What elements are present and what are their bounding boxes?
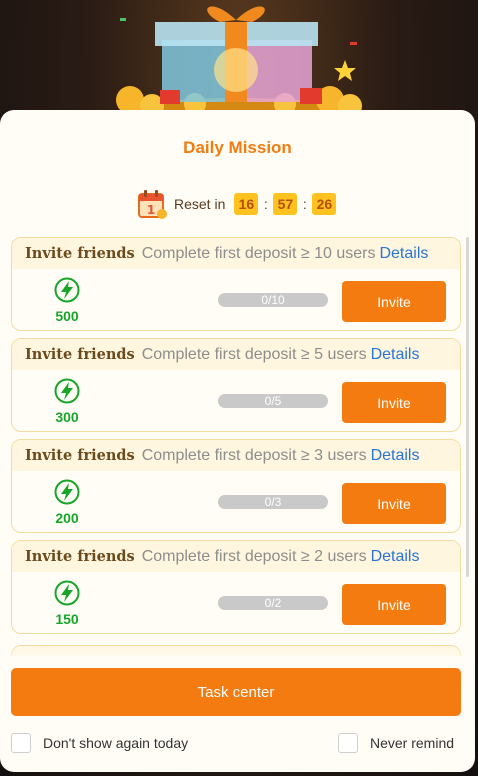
mission-progress-bar: 0/3: [218, 495, 328, 509]
reward-value: 300: [55, 409, 79, 425]
mission-card: Invite friends Complete first deposit ≥ …: [11, 237, 461, 331]
mission-type: Invite friends: [25, 245, 135, 262]
progress-text: 0/2: [264, 596, 282, 610]
reward-value: 150: [55, 611, 79, 627]
mission-card: Invite friends Complete first deposit ≥ …: [11, 540, 461, 634]
mission-card-header: Invite friends Complete first deposit ≥ …: [12, 238, 460, 269]
timer-minutes: 57: [273, 193, 298, 215]
details-link[interactable]: Details: [371, 346, 420, 364]
reward-value: 500: [55, 308, 79, 324]
mission-reward: 200: [48, 479, 86, 526]
never-remind-label: Never remind: [370, 735, 455, 751]
mission-type: Invite friends: [25, 447, 135, 464]
progress-text: 0/10: [261, 293, 285, 307]
lightning-bolt-icon: [54, 580, 80, 606]
progress-text: 0/3: [264, 495, 282, 509]
mission-card: Invite friends Complete first deposit ≥ …: [11, 439, 461, 533]
mission-type: Invite friends: [25, 346, 135, 363]
mission-description: Complete first deposit ≥ 5 users: [141, 345, 367, 363]
timer-separator: :: [263, 196, 268, 212]
mission-list[interactable]: Invite friends Complete first deposit ≥ …: [11, 237, 461, 645]
mission-description: Complete first deposit ≥ 3 users: [141, 446, 367, 464]
lightning-bolt-icon: [54, 277, 80, 303]
reset-timer-row: 1 Reset in 16 : 57 : 26: [136, 188, 337, 220]
mission-description: Complete first deposit ≥ 10 users: [141, 244, 376, 262]
progress-text: 0/5: [264, 394, 282, 408]
modal-title: Daily Mission: [183, 138, 292, 157]
invite-button[interactable]: Invite: [342, 584, 446, 625]
details-link[interactable]: Details: [371, 548, 420, 566]
reward-value: 200: [55, 510, 79, 526]
svg-text:1: 1: [147, 203, 155, 217]
details-link[interactable]: Details: [371, 447, 420, 465]
dont-show-today-option[interactable]: Don't show again today: [11, 733, 188, 753]
invite-button[interactable]: Invite: [342, 483, 446, 524]
lightning-bolt-icon: [54, 378, 80, 404]
mission-reward: 300: [48, 378, 86, 425]
timer-separator: :: [302, 196, 307, 212]
dont-show-today-checkbox[interactable]: [11, 733, 31, 753]
list-scrollbar[interactable]: [466, 237, 469, 577]
details-link[interactable]: Details: [379, 245, 428, 263]
mission-description: Complete first deposit ≥ 2 users: [141, 547, 367, 565]
never-remind-checkbox[interactable]: [338, 733, 358, 753]
invite-button[interactable]: Invite: [342, 281, 446, 322]
mission-type: Invite friends: [25, 548, 135, 565]
mission-card: Invite friends Complete first deposit ≥ …: [11, 338, 461, 432]
mission-card-header: Invite friends Complete first deposit ≥ …: [12, 440, 460, 471]
mission-card-header: Invite friends Complete first deposit ≥ …: [12, 339, 460, 370]
lightning-bolt-icon: [54, 479, 80, 505]
daily-mission-modal: Daily Mission 1 Reset in 16 : 57 : 26 In…: [0, 110, 475, 772]
list-fade: [0, 645, 475, 665]
mission-card-header: Invite friends Complete first deposit ≥ …: [12, 541, 460, 572]
gift-box-banner-image: [116, 6, 362, 120]
reset-label: Reset in: [174, 196, 226, 212]
dont-show-today-label: Don't show again today: [43, 735, 189, 751]
calendar-icon: 1: [138, 190, 167, 219]
timer-seconds: 26: [312, 193, 337, 215]
timer-hours: 16: [234, 193, 259, 215]
mission-progress-bar: 0/2: [218, 596, 328, 610]
mission-progress-bar: 0/5: [218, 394, 328, 408]
task-center-button[interactable]: Task center: [11, 668, 461, 716]
mission-progress-bar: 0/10: [218, 293, 328, 307]
never-remind-option[interactable]: Never remind: [338, 733, 454, 753]
mission-reward: 500: [48, 277, 86, 324]
invite-button[interactable]: Invite: [342, 382, 446, 423]
mission-reward: 150: [48, 580, 86, 627]
